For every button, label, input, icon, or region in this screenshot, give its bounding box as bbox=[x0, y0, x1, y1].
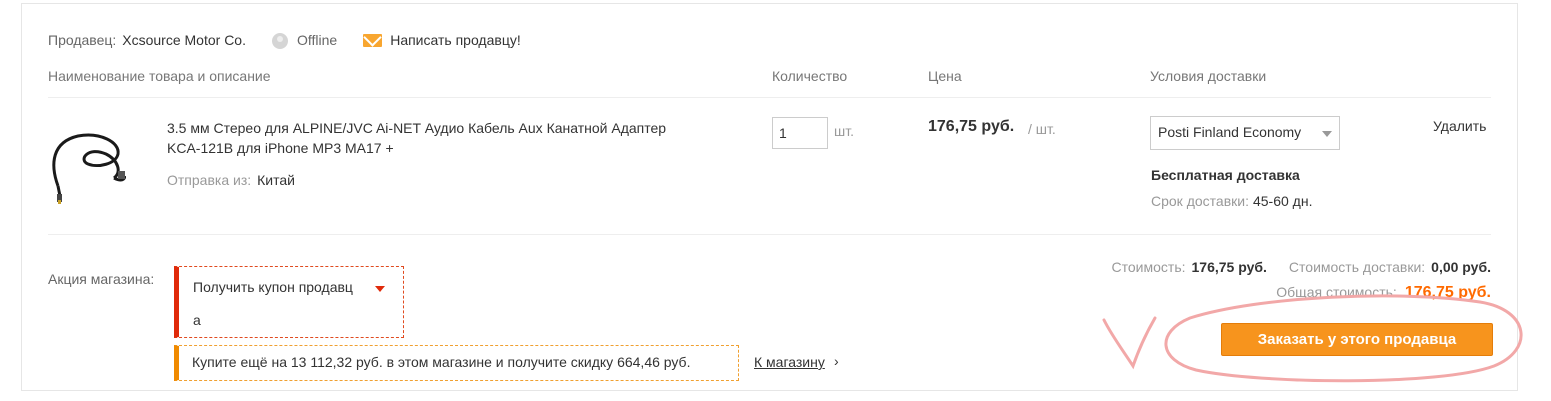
shipping-method-select[interactable]: Posti Finland Economy bbox=[1150, 116, 1340, 150]
product-title[interactable]: 3.5 мм Стерео для ALPINE/JVC Ai-NET Ауди… bbox=[167, 118, 727, 158]
coupon-box[interactable]: Получить купон продавц а bbox=[174, 266, 404, 338]
divider bbox=[48, 97, 1491, 98]
chevron-down-icon bbox=[375, 286, 385, 292]
quantity-unit: шт. bbox=[834, 123, 854, 139]
store-promo-label: Акция магазина: bbox=[48, 271, 155, 287]
delivery-time: Срок доставки: 45-60 дн. bbox=[1151, 193, 1312, 209]
get-coupon-select[interactable]: Получить купон продавц bbox=[193, 279, 393, 295]
product-title-line2[interactable]: KCA-121B для iPhone MP3 MA17 + bbox=[167, 138, 727, 158]
get-coupon-label-cont: а bbox=[193, 312, 201, 328]
message-seller-link[interactable]: Написать продавцу! bbox=[390, 32, 521, 48]
shipping-cost-value: 0,00 руб. bbox=[1431, 259, 1491, 275]
item-price: 176,75 руб. bbox=[928, 118, 1015, 135]
cost-value: 176,75 руб. bbox=[1191, 259, 1267, 275]
total-summary: Общая стоимость: 176,75 руб. bbox=[1276, 284, 1491, 302]
shipping-cost-label: Стоимость доставки: bbox=[1288, 259, 1426, 275]
product-image[interactable] bbox=[48, 124, 126, 204]
header-shipping: Условия доставки bbox=[1150, 68, 1267, 84]
total-label: Общая стоимость: bbox=[1276, 284, 1397, 300]
ship-from-value: Китай bbox=[257, 172, 295, 188]
header-product: Наименование товара и описание bbox=[48, 68, 271, 84]
discount-notice: Купите ещё на 13 112,32 руб. в этом мага… bbox=[174, 345, 739, 381]
quantity-input[interactable] bbox=[772, 117, 828, 149]
seller-status: Offline bbox=[296, 32, 338, 48]
seller-name[interactable]: Xcsource Motor Co. bbox=[122, 32, 246, 48]
cost-label: Стоимость: bbox=[1111, 259, 1186, 275]
cost-summary: Стоимость: 176,75 руб. Стоимость доставк… bbox=[1112, 259, 1491, 275]
delivery-time-label: Срок доставки: bbox=[1151, 193, 1249, 209]
discount-notice-text: Купите ещё на 13 112,32 руб. в этом мага… bbox=[192, 354, 691, 370]
get-coupon-label: Получить купон продавц bbox=[193, 279, 353, 295]
seller-label: Продавец: bbox=[48, 32, 117, 48]
ship-from: Отправка из: Китай bbox=[167, 172, 295, 188]
shipping-method-value: Posti Finland Economy bbox=[1158, 124, 1302, 140]
order-from-seller-button[interactable]: Заказать у этого продавца bbox=[1221, 323, 1493, 356]
product-title-line1[interactable]: 3.5 мм Стерео для ALPINE/JVC Ai-NET Ауди… bbox=[167, 118, 727, 138]
price-unit: / шт. bbox=[1028, 121, 1056, 137]
divider bbox=[48, 234, 1491, 235]
chevron-right-icon[interactable]: › bbox=[834, 353, 839, 369]
free-shipping-text: Бесплатная доставка bbox=[1151, 167, 1300, 183]
header-quantity: Количество bbox=[772, 68, 848, 84]
seller-row: Продавец: Xcsource Motor Co. Offline Нап… bbox=[48, 32, 521, 49]
total-value: 176,75 руб. bbox=[1404, 284, 1491, 301]
ship-from-label: Отправка из: bbox=[167, 172, 252, 188]
go-to-store-link[interactable]: К магазину bbox=[754, 354, 825, 370]
delete-item-link[interactable]: Удалить bbox=[1433, 118, 1486, 134]
seller-order-card: Продавец: Xcsource Motor Co. Offline Нап… bbox=[21, 3, 1518, 391]
header-price: Цена bbox=[928, 68, 962, 84]
chevron-down-icon bbox=[1322, 131, 1332, 137]
offline-status-icon bbox=[271, 33, 288, 49]
mail-icon[interactable] bbox=[363, 33, 383, 47]
delivery-time-value: 45-60 дн. bbox=[1252, 193, 1313, 209]
